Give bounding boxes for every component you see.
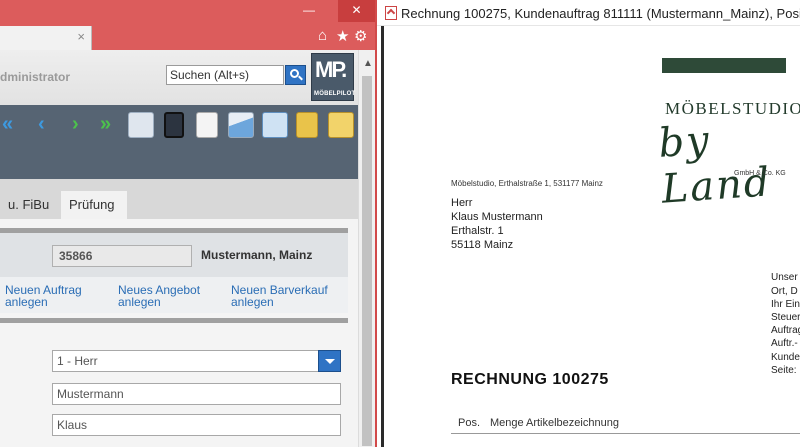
chart-icon[interactable] [228,112,254,138]
sender-line: Möbelstudio, Erthalstraße 1, 531177 Main… [451,179,603,188]
salutation-value: 1 - Herr [57,354,98,368]
meta-label: Seite: [771,365,797,376]
close-window-button[interactable]: ✕ [338,0,375,22]
invoice-title: RECHNUNG 100275 [451,371,609,388]
chevron-down-icon [325,359,335,364]
scroll-thumb[interactable] [362,76,372,446]
firstname-field[interactable]: Klaus [52,414,341,436]
moebelpilot-window: — ✕ × ⌂ ★ ⚙ dministrator Suchen (Alt+s) … [0,0,375,447]
user-label: dministrator [0,70,71,84]
table-rule [451,433,800,434]
brand-script: by Land [656,117,773,213]
window-title: Rechnung 100275, Kundenauftrag 811111 (M… [401,6,800,21]
meta-label: Auftrag [771,325,800,336]
tab-close-icon[interactable]: × [77,29,85,44]
browser-titlebar: — ✕ [0,0,375,22]
meta-label: Unser Z [771,272,800,283]
customer-id-field[interactable]: 35866 [52,245,192,267]
brand-suffix: GmbH & Co. KG [734,170,786,177]
recipient-city: 55118 Mainz [451,239,514,251]
new-offer-line2: anlegen [118,295,161,309]
lastname-field[interactable]: Mustermann [52,383,341,405]
new-order-link[interactable]: Neuen Auftrag anlegen [5,284,82,308]
new-order-line2: anlegen [5,295,48,309]
recipient-salutation: Herr [451,197,473,209]
search-input[interactable]: Suchen (Alt+s) [166,65,284,85]
contact-card-icon[interactable] [128,112,154,138]
meta-label: Ihr Ein [771,299,800,310]
new-offer-link[interactable]: Neues Angebot anlegen [118,284,200,308]
previous-record-icon[interactable]: ‹ [38,113,45,135]
window-icon[interactable] [262,112,288,138]
brand-bar [662,58,786,73]
meta-label: Ort, D [771,286,798,297]
meta-label: Steuern [771,312,800,323]
search-button[interactable] [285,65,306,85]
new-cash-sale-line2: anlegen [231,295,274,309]
browser-tabstrip: × ⌂ ★ ⚙ [0,22,375,50]
customer-id-row: 35866 Mustermann, Mainz [0,233,348,277]
recipient-name: Klaus Mustermann [451,211,543,223]
tab-fibu[interactable]: u. FiBu [0,191,57,219]
scroll-up-icon[interactable]: ▲ [363,58,373,69]
main-toolbar: « ‹ › » [0,105,358,147]
crowd-icon[interactable] [328,112,354,138]
gear-icon[interactable]: ⚙ [354,27,367,45]
customer-name: Mustermann, Mainz [201,248,313,262]
app-header: dministrator Suchen (Alt+s) MP. MÖBELPIL… [0,50,358,105]
browser-tab[interactable]: × [0,26,92,50]
section-divider [0,318,348,323]
moebelpilot-logo: MP. MÖBELPILOT [311,53,356,101]
desktop: — ✕ × ⌂ ★ ⚙ dministrator Suchen (Alt+s) … [0,0,800,447]
column-header-pos: Pos. [458,417,481,429]
toolbar-spacer [0,147,358,179]
logo-text: MP. [315,57,347,82]
mobile-phone-icon[interactable] [164,112,184,138]
search-icon-handle [298,75,303,81]
customer-content: 35866 Mustermann, Mainz Neuen Auftrag an… [0,219,358,447]
meta-label: Auftr.- [771,338,798,349]
logo-subtext: MÖBELPILOT [314,91,356,97]
pdf-icon [385,6,397,20]
tab-pruefung[interactable]: Prüfung [61,191,127,219]
pdf-viewer-window: Rechnung 100275, Kundenauftrag 811111 (M… [377,0,800,447]
column-header-description: Artikelbezeichnung [526,417,619,429]
home-icon[interactable]: ⌂ [318,27,327,44]
meta-label: Kunden [771,352,800,363]
salutation-select[interactable]: 1 - Herr [52,350,341,372]
new-cash-sale-link[interactable]: Neuen Barverkauf anlegen [231,284,328,308]
recipient-street: Erthalstr. 1 [451,225,504,237]
invoice-document: MÖBELSTUDIO by Land GmbH & Co. KG Möbels… [381,26,800,447]
next-record-icon[interactable]: › [72,113,79,135]
last-record-icon[interactable]: » [100,113,111,135]
star-icon[interactable]: ★ [336,27,349,45]
pdf-titlebar: Rechnung 100275, Kundenauftrag 811111 (M… [377,0,800,26]
first-record-icon[interactable]: « [2,113,13,135]
dropdown-button[interactable] [318,350,341,372]
folder-icon[interactable] [296,112,318,138]
action-links: Neuen Auftrag anlegen Neues Angebot anle… [0,277,348,313]
vertical-scrollbar[interactable]: ▲ [358,50,375,447]
module-tabs: u. FiBu Prüfung [0,179,358,219]
document-icon[interactable] [196,112,218,138]
column-header-quantity: Menge [490,417,524,429]
minimize-button[interactable]: — [295,0,323,22]
